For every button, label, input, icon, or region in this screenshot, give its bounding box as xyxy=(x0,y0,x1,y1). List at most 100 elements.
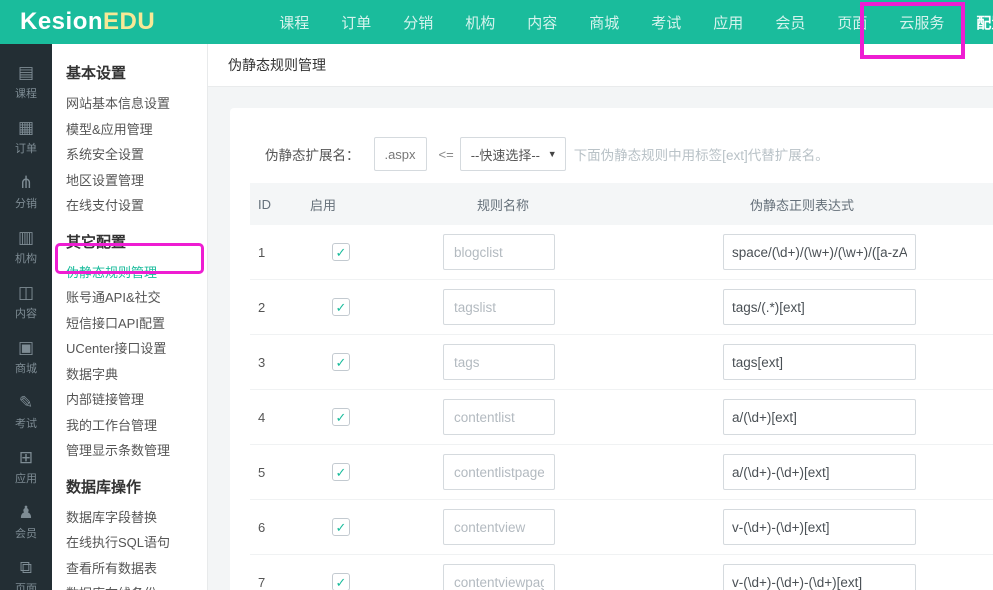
sidebar-section-other: 其它配置 xyxy=(66,231,207,252)
sidebar-item-display-count[interactable]: 管理显示条数管理 xyxy=(66,438,207,464)
icon-rail: ▤ 课程 ▦ 订单 ⋔ 分销 ▥ 机构 ◫ 内容 ▣ 商城 ✎ 考试 ⊞ 应用 xyxy=(0,44,52,590)
sidebar-item-view-tables[interactable]: 查看所有数据表 xyxy=(66,556,207,582)
members-icon: ♟ xyxy=(18,503,33,523)
rail-item-distribution[interactable]: ⋔ 分销 xyxy=(0,164,52,219)
rule-regex-input[interactable] xyxy=(723,399,916,435)
rail-item-mall[interactable]: ▣ 商城 xyxy=(0,329,52,384)
extension-input[interactable] xyxy=(374,137,427,171)
rail-item-exam[interactable]: ✎ 考试 xyxy=(0,384,52,439)
nav-item-config[interactable]: 配置 xyxy=(960,12,993,33)
nav-item-courses[interactable]: 课程 xyxy=(263,12,325,33)
sidebar-item-ucenter[interactable]: UCenter接口设置 xyxy=(66,336,207,362)
row-id: 1 xyxy=(250,245,310,260)
nav-item-organization[interactable]: 机构 xyxy=(449,12,511,33)
enabled-checkbox[interactable]: ✓ xyxy=(332,353,350,371)
row-id: 7 xyxy=(250,575,310,590)
table-row: 7 ✓ xyxy=(250,555,993,590)
enabled-checkbox[interactable]: ✓ xyxy=(332,518,350,536)
content-icon: ◫ xyxy=(18,283,34,303)
check-icon: ✓ xyxy=(336,466,347,479)
nav-item-pages[interactable]: 页面 xyxy=(821,12,883,33)
brand-name-edu: EDU xyxy=(103,8,155,35)
sidebar-item-backup[interactable]: 数据库在线备份 xyxy=(66,581,207,590)
header-enabled: 启用 xyxy=(310,195,425,214)
orders-icon: ▦ xyxy=(18,118,34,138)
check-icon: ✓ xyxy=(336,576,347,589)
rule-regex-input[interactable] xyxy=(723,564,916,590)
enabled-checkbox[interactable]: ✓ xyxy=(332,463,350,481)
sidebar-item-site-info[interactable]: 网站基本信息设置 xyxy=(66,91,207,117)
pages-icon: ⧉ xyxy=(20,558,32,578)
rule-name-input[interactable] xyxy=(443,234,555,270)
apps-icon: ⊞ xyxy=(19,448,33,468)
enabled-checkbox[interactable]: ✓ xyxy=(332,408,350,426)
sidebar-item-sql[interactable]: 在线执行SQL语句 xyxy=(66,530,207,556)
header-name: 规则名称 xyxy=(425,195,710,214)
rail-label: 分销 xyxy=(15,195,37,211)
sidebar-item-dictionary[interactable]: 数据字典 xyxy=(66,362,207,388)
rail-item-content[interactable]: ◫ 内容 xyxy=(0,274,52,329)
nav-item-distribution[interactable]: 分销 xyxy=(387,12,449,33)
rules-card: 伪静态扩展名： <= --快速选择-- ▼ 下面伪静态规则中用标签[ext]代替… xyxy=(230,108,993,590)
rule-regex-input[interactable] xyxy=(723,454,916,490)
sidebar-item-account-api[interactable]: 账号通API&社交 xyxy=(66,285,207,311)
organization-icon: ▥ xyxy=(18,228,34,248)
rail-item-orders[interactable]: ▦ 订单 xyxy=(0,109,52,164)
rule-name-input[interactable] xyxy=(443,289,555,325)
rule-name-input[interactable] xyxy=(443,564,555,590)
sidebar-item-workbench[interactable]: 我的工作台管理 xyxy=(66,413,207,439)
enabled-checkbox[interactable]: ✓ xyxy=(332,298,350,316)
quick-select-value: --快速选择-- xyxy=(471,145,540,164)
sidebar-item-field-replace[interactable]: 数据库字段替换 xyxy=(66,505,207,531)
check-icon: ✓ xyxy=(336,246,347,259)
sidebar-item-model-app[interactable]: 模型&应用管理 xyxy=(66,117,207,143)
rule-name-input[interactable] xyxy=(443,454,555,490)
main-area: 伪静态规则管理 伪静态扩展名： <= --快速选择-- ▼ 下面伪静态规则中用标… xyxy=(208,44,993,590)
rule-regex-input[interactable] xyxy=(723,289,916,325)
nav-item-apps[interactable]: 应用 xyxy=(697,12,759,33)
sidebar-item-region[interactable]: 地区设置管理 xyxy=(66,168,207,194)
row-id: 3 xyxy=(250,355,310,370)
sidebar-item-sms-api[interactable]: 短信接口API配置 xyxy=(66,311,207,337)
top-navigation: 课程 订单 分销 机构 内容 商城 考试 应用 会员 页面 云服务 配置 xyxy=(263,12,993,33)
sidebar-item-security[interactable]: 系统安全设置 xyxy=(66,142,207,168)
mall-icon: ▣ xyxy=(18,338,34,358)
rule-regex-input[interactable] xyxy=(723,234,916,270)
rail-item-members[interactable]: ♟ 会员 xyxy=(0,494,52,549)
table-row: 5 ✓ xyxy=(250,445,993,500)
nav-item-mall[interactable]: 商城 xyxy=(573,12,635,33)
enabled-checkbox[interactable]: ✓ xyxy=(332,243,350,261)
sidebar-item-rewrite-rules[interactable]: 伪静态规则管理 xyxy=(66,260,207,286)
check-icon: ✓ xyxy=(336,521,347,534)
rule-name-input[interactable] xyxy=(443,344,555,380)
rail-label: 页面 xyxy=(15,580,37,590)
brand-logo[interactable]: KesionEDU xyxy=(20,8,155,36)
enabled-checkbox[interactable]: ✓ xyxy=(332,573,350,590)
relation-text: <= xyxy=(439,147,454,162)
nav-item-members[interactable]: 会员 xyxy=(759,12,821,33)
row-id: 5 xyxy=(250,465,310,480)
dropdown-arrow-icon: ▼ xyxy=(548,149,557,159)
rail-label: 考试 xyxy=(15,415,37,431)
check-icon: ✓ xyxy=(336,411,347,424)
app-root: KesionEDU 课程 订单 分销 机构 内容 商城 考试 应用 会员 页面 … xyxy=(0,0,993,590)
rail-item-courses[interactable]: ▤ 课程 xyxy=(0,54,52,109)
rail-item-apps[interactable]: ⊞ 应用 xyxy=(0,439,52,494)
extension-hint: 下面伪静态规则中用标签[ext]代替扩展名。 xyxy=(574,144,829,164)
rail-item-pages[interactable]: ⧉ 页面 xyxy=(0,549,52,590)
courses-icon: ▤ xyxy=(18,63,34,83)
nav-item-cloud[interactable]: 云服务 xyxy=(883,12,960,33)
sidebar-item-internal-links[interactable]: 内部链接管理 xyxy=(66,387,207,413)
rule-regex-input[interactable] xyxy=(723,344,916,380)
nav-item-exam[interactable]: 考试 xyxy=(635,12,697,33)
rule-name-input[interactable] xyxy=(443,399,555,435)
nav-item-content[interactable]: 内容 xyxy=(511,12,573,33)
nav-item-orders[interactable]: 订单 xyxy=(325,12,387,33)
rule-regex-input[interactable] xyxy=(723,509,916,545)
quick-select-dropdown[interactable]: --快速选择-- ▼ xyxy=(460,137,566,171)
settings-sidebar: 基本设置 网站基本信息设置 模型&应用管理 系统安全设置 地区设置管理 在线支付… xyxy=(52,44,208,590)
sidebar-item-payment[interactable]: 在线支付设置 xyxy=(66,193,207,219)
rail-item-organization[interactable]: ▥ 机构 xyxy=(0,219,52,274)
rule-name-input[interactable] xyxy=(443,509,555,545)
header-regex: 伪静态正则表达式 xyxy=(710,195,993,214)
